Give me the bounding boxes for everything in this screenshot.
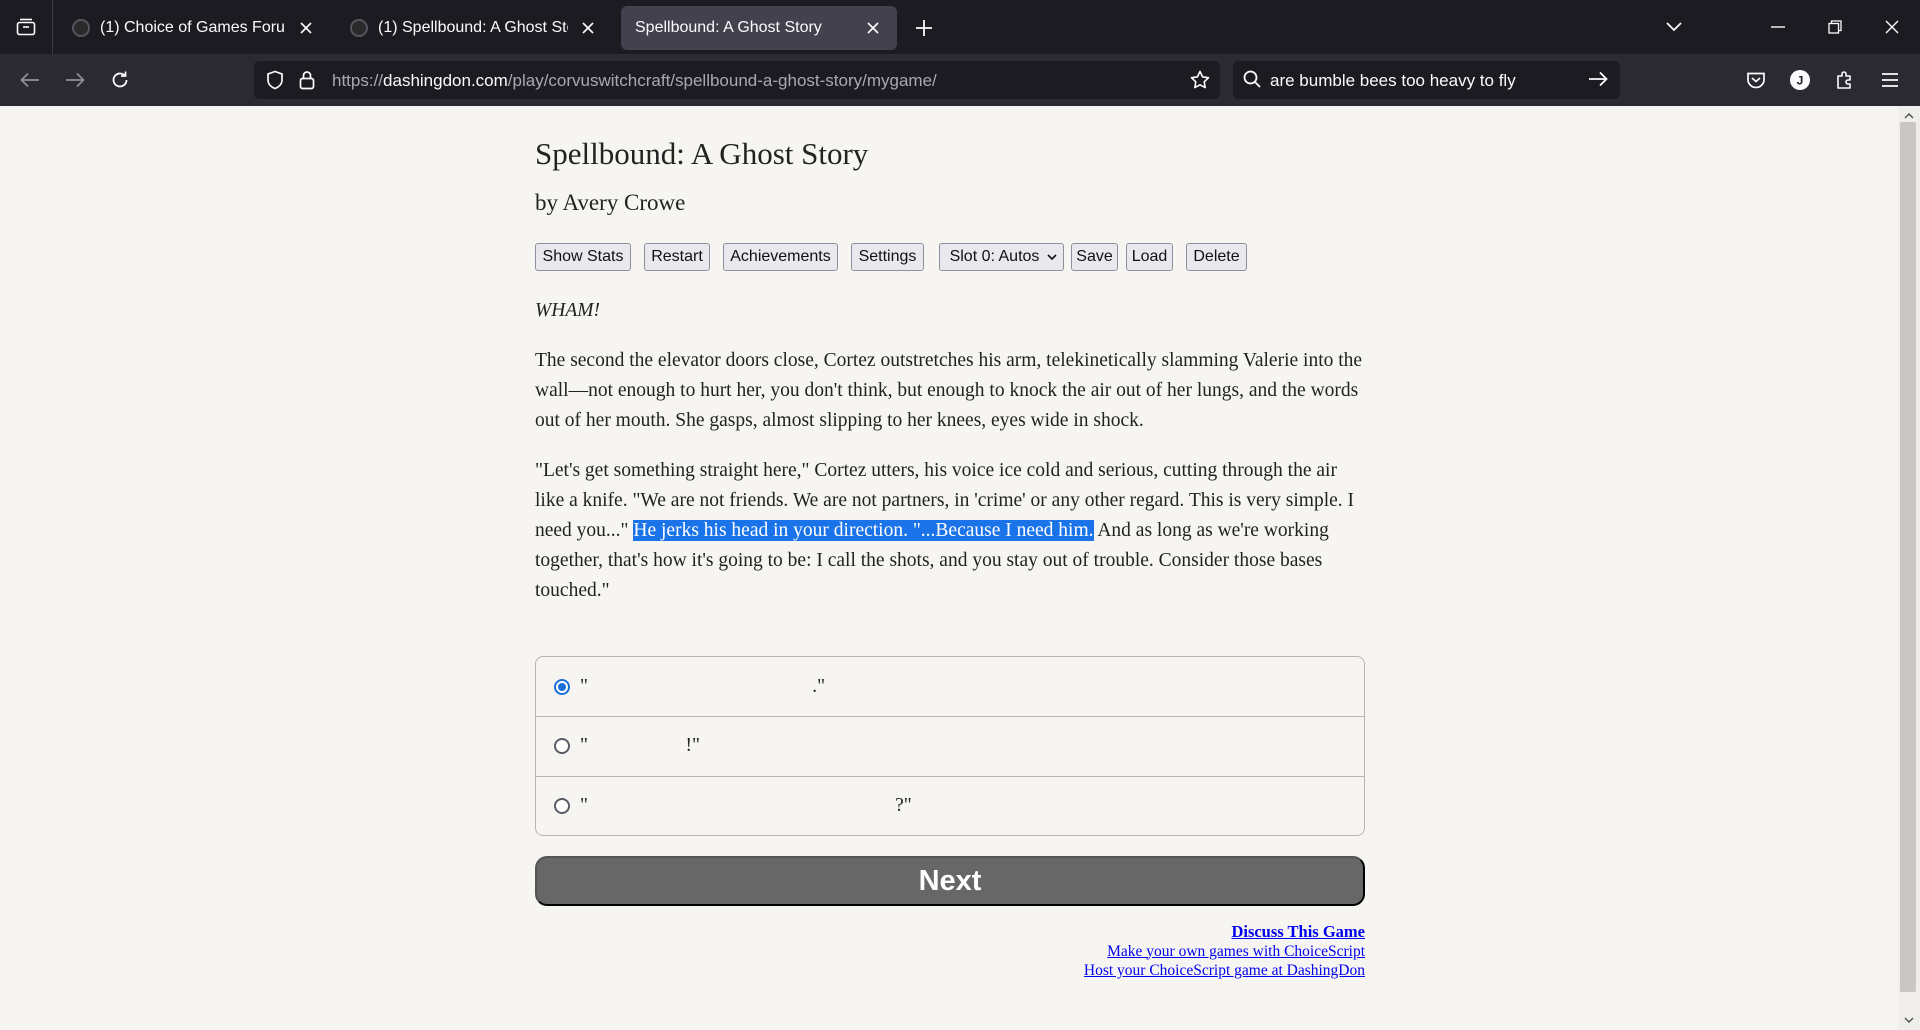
choice-option[interactable]: " !" bbox=[536, 716, 1364, 775]
game-author: by Avery Crowe bbox=[535, 190, 686, 215]
close-tab-icon[interactable] bbox=[294, 16, 318, 40]
restore-icon bbox=[1828, 20, 1842, 34]
chevron-down-icon bbox=[1047, 254, 1057, 261]
close-tab-icon[interactable] bbox=[861, 16, 885, 40]
arrow-left-icon bbox=[20, 72, 39, 88]
back-button[interactable] bbox=[14, 64, 46, 96]
menu-button[interactable] bbox=[1874, 64, 1906, 96]
account-button[interactable]: J bbox=[1784, 64, 1816, 96]
choice-label: " ?" bbox=[580, 795, 912, 816]
chevron-down-icon bbox=[1666, 22, 1682, 32]
radio-button[interactable] bbox=[554, 738, 570, 754]
save-slot-select[interactable]: Slot 0: Autos bbox=[939, 243, 1064, 271]
achievements-button[interactable]: Achievements bbox=[723, 243, 838, 271]
close-window-button[interactable] bbox=[1864, 0, 1920, 54]
close-tab-icon[interactable] bbox=[576, 16, 600, 40]
scroll-down-arrow[interactable] bbox=[1898, 1012, 1920, 1028]
tab-bar: (1) Choice of Games Forum (1) Spellbound… bbox=[0, 0, 1920, 54]
hamburger-menu-icon bbox=[1882, 73, 1898, 87]
tab-spellbound-forum[interactable]: (1) Spellbound: A Ghost Story ( bbox=[336, 6, 612, 50]
page-content: Spellbound: A Ghost Story by Avery Crowe… bbox=[0, 106, 1898, 1030]
story-paragraph: "Let's get something straight here," Cor… bbox=[535, 460, 1355, 601]
footer-links: Discuss This Game Make your own games wi… bbox=[1084, 922, 1365, 981]
tab-title: Spellbound: A Ghost Story bbox=[635, 19, 822, 36]
search-query-text: are bumble bees too heavy to fly bbox=[1270, 71, 1516, 90]
choice-option[interactable]: " ?" bbox=[536, 776, 1364, 835]
address-bar[interactable]: https://dashingdon.com/play/corvuswitchc… bbox=[254, 61, 1220, 99]
discuss-game-link[interactable]: Discuss This Game bbox=[1084, 922, 1365, 942]
dashingdon-host-link[interactable]: Host your ChoiceScript game at DashingDo… bbox=[1084, 961, 1365, 981]
story-paragraph: WHAM! bbox=[535, 300, 600, 321]
chevron-up-icon bbox=[1904, 113, 1914, 119]
show-stats-button[interactable]: Show Stats bbox=[535, 243, 631, 271]
chevron-down-icon bbox=[1904, 1017, 1914, 1023]
story-paragraph: The second the elevator doors close, Cor… bbox=[535, 350, 1363, 431]
tab-title: (1) Spellbound: A Ghost Story ( bbox=[378, 19, 568, 36]
restore-button[interactable] bbox=[1807, 0, 1863, 54]
close-icon bbox=[1885, 20, 1899, 34]
svg-text:J: J bbox=[1797, 74, 1804, 88]
tab-choice-of-games-forum[interactable]: (1) Choice of Games Forum bbox=[58, 6, 330, 50]
site-favicon-icon bbox=[72, 19, 90, 37]
search-bar[interactable]: are bumble bees too heavy to fly bbox=[1233, 61, 1620, 99]
puzzle-icon bbox=[1837, 71, 1851, 89]
lock-icon[interactable] bbox=[299, 70, 315, 90]
forward-button[interactable] bbox=[59, 64, 91, 96]
url-text[interactable]: https://dashingdon.com/play/corvuswitchc… bbox=[332, 71, 937, 91]
arrow-right-icon bbox=[66, 72, 85, 88]
settings-button[interactable]: Settings bbox=[851, 243, 924, 271]
choice-option[interactable]: " ." bbox=[536, 657, 1364, 716]
minimize-button[interactable] bbox=[1750, 0, 1806, 54]
list-all-tabs-button[interactable] bbox=[0, 0, 53, 54]
star-bookmark-icon[interactable] bbox=[1190, 70, 1210, 90]
new-tab-button[interactable] bbox=[910, 14, 938, 42]
search-icon bbox=[1243, 70, 1261, 88]
save-button[interactable]: Save bbox=[1071, 243, 1118, 271]
extensions-button[interactable] bbox=[1829, 64, 1861, 96]
story-text: WHAM! The second the elevator doors clos… bbox=[535, 296, 1365, 626]
radio-button-selected[interactable] bbox=[554, 678, 570, 695]
shield-icon[interactable] bbox=[266, 70, 284, 90]
load-button[interactable]: Load bbox=[1126, 243, 1173, 271]
tab-overflow-button[interactable] bbox=[1646, 0, 1702, 54]
restart-button[interactable]: Restart bbox=[644, 243, 710, 271]
scroll-up-arrow[interactable] bbox=[1898, 108, 1920, 124]
save-slot-value: Slot 0: Autos bbox=[949, 248, 1040, 265]
reload-icon bbox=[112, 71, 128, 88]
arrow-right-icon[interactable] bbox=[1588, 71, 1608, 87]
tab-spellbound-game[interactable]: Spellbound: A Ghost Story bbox=[621, 6, 897, 50]
browser-chrome: (1) Choice of Games Forum (1) Spellbound… bbox=[0, 0, 1920, 106]
pocket-button[interactable] bbox=[1740, 64, 1772, 96]
navigation-toolbar: https://dashingdon.com/play/corvuswitchc… bbox=[0, 54, 1920, 106]
choice-label: " !" bbox=[580, 735, 700, 756]
avatar: J bbox=[1790, 70, 1810, 90]
tab-list-icon bbox=[16, 18, 36, 36]
selected-text: He jerks his head in your direction. "..… bbox=[633, 520, 1094, 541]
tab-title: (1) Choice of Games Forum bbox=[100, 19, 286, 36]
choice-list: " ." " !" " ?" bbox=[535, 656, 1365, 836]
choice-label: " ." bbox=[580, 675, 826, 697]
reload-button[interactable] bbox=[104, 64, 136, 96]
radio-button[interactable] bbox=[554, 798, 570, 814]
site-favicon-icon bbox=[350, 19, 368, 37]
scrollbar-thumb[interactable] bbox=[1900, 122, 1916, 992]
minimize-icon bbox=[1771, 26, 1785, 28]
choicescript-link[interactable]: Make your own games with ChoiceScript bbox=[1084, 942, 1365, 962]
next-button[interactable]: Next bbox=[535, 856, 1365, 906]
delete-button[interactable]: Delete bbox=[1186, 243, 1247, 271]
game-title: Spellbound: A Ghost Story bbox=[535, 136, 869, 171]
plus-icon bbox=[916, 20, 932, 36]
pocket-icon bbox=[1747, 72, 1765, 89]
